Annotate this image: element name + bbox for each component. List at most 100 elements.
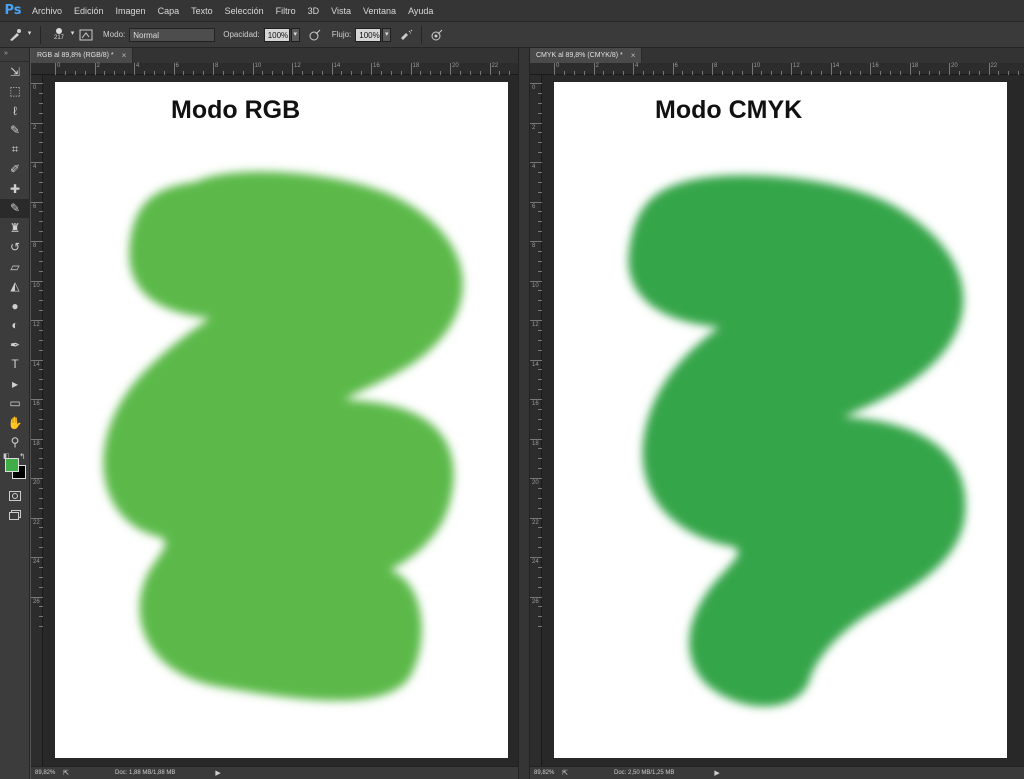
ruler-tick [538, 132, 542, 134]
menu-filtro[interactable]: Filtro [270, 0, 302, 22]
brush-size-dropdown[interactable]: ▾ [68, 28, 77, 42]
horizontal-ruler[interactable]: 0 2 4 6 8 10 12 14 16 18 20 22 [530, 63, 1024, 75]
canvas-area[interactable]: Modo CMYK [543, 76, 1024, 766]
canvas-page[interactable]: Modo RGB [55, 82, 508, 758]
opacity-dropdown[interactable]: ▾ [290, 27, 300, 42]
canvas-page[interactable]: Modo CMYK [554, 82, 1007, 758]
spot-healing-tool-icon[interactable]: ✚ [0, 179, 30, 199]
clone-stamp-tool-icon[interactable]: ♜ [0, 218, 30, 238]
swap-colors-icon[interactable]: ↰ [19, 452, 26, 461]
history-brush-tool-icon[interactable]: ↺ [0, 238, 30, 258]
ruler-tick [860, 71, 862, 75]
quick-mask-icon[interactable] [0, 486, 30, 506]
ruler-label: 16 [373, 63, 380, 69]
tab-cmyk-document[interactable]: CMYK al 89,8% (CMYK/8) * × [530, 48, 643, 63]
vertical-ruler[interactable]: 0 2 4 6 8 10 12 14 16 18 20 22 24 26 [31, 75, 43, 766]
status-menu-arrow-icon[interactable]: ▶ [215, 769, 220, 777]
eraser-tool-icon[interactable]: ▱ [0, 257, 30, 277]
horizontal-ruler[interactable]: 0 2 4 6 8 10 12 14 16 18 20 22 [31, 63, 521, 75]
ruler-tick [39, 497, 43, 499]
share-icon[interactable]: ⇱ [558, 769, 572, 777]
status-menu-arrow-icon[interactable]: ▶ [714, 769, 719, 777]
ruler-tick [988, 63, 990, 75]
brush-tool-icon[interactable]: ✎ [0, 198, 30, 218]
zoom-tool-icon[interactable]: ⚲ [0, 433, 30, 453]
pen-tool-icon[interactable]: ✒ [0, 335, 30, 355]
blur-tool-icon[interactable]: ● [0, 296, 30, 316]
pressure-size-icon[interactable] [428, 26, 446, 44]
ruler-tick [530, 478, 542, 479]
ruler-tick [134, 63, 135, 75]
eyedropper-tool-icon[interactable]: ✐ [0, 160, 30, 180]
ruler-tick [538, 448, 542, 450]
vertical-ruler[interactable]: 0 2 4 6 8 10 12 14 16 18 20 22 24 26 [530, 75, 542, 766]
ruler-tick [39, 211, 43, 213]
ruler-label: 22 [33, 519, 40, 526]
canvas-area[interactable]: Modo RGB [44, 76, 518, 766]
ruler-label: 10 [254, 63, 262, 69]
zoom-level[interactable]: 89,82% [530, 770, 558, 776]
ruler-tick [39, 270, 43, 272]
ruler-tick [31, 399, 43, 400]
toolbox-grip[interactable]: » [0, 48, 29, 62]
marquee-tool-icon[interactable]: ⬚ [0, 82, 30, 102]
menu-archivo[interactable]: Archivo [26, 0, 68, 22]
brush-size-picker[interactable]: 217 [51, 25, 67, 45]
ruler-tick [31, 478, 43, 479]
paint-bucket-tool-icon[interactable]: ◭ [0, 277, 30, 297]
path-select-tool-icon[interactable]: ▸ [0, 374, 30, 394]
rgb-paint-stroke [103, 171, 463, 701]
move-tool-icon[interactable]: ⇲ [0, 62, 30, 82]
flow-input[interactable]: 100% [355, 27, 382, 42]
quick-select-tool-icon[interactable]: ✎ [0, 121, 30, 141]
ruler-label: 14 [33, 361, 40, 368]
close-icon[interactable]: × [631, 51, 636, 60]
ruler-tick [538, 537, 542, 539]
shape-tool-icon[interactable]: ▭ [0, 394, 30, 414]
window-divider[interactable] [518, 48, 530, 779]
ruler-tick [39, 468, 43, 470]
ruler-tick [771, 71, 773, 75]
menu-capa[interactable]: Capa [152, 0, 186, 22]
mode-select[interactable]: Normal [129, 27, 216, 42]
menu-seleccion[interactable]: Selección [219, 0, 270, 22]
menu-imagen[interactable]: Imagen [110, 0, 152, 22]
dodge-tool-icon[interactable]: ◐ [0, 316, 30, 336]
brush-size-value: 217 [53, 35, 64, 41]
menu-edicion[interactable]: Edición [68, 0, 110, 22]
lasso-tool-icon[interactable]: ℓ [0, 101, 30, 121]
ruler-tick [489, 63, 491, 75]
pressure-opacity-icon[interactable] [306, 26, 324, 44]
ruler-tick [39, 606, 43, 608]
tab-rgb-document[interactable]: RGB al 89,8% (RGB/8) * × [31, 48, 134, 63]
ruler-tick [371, 63, 372, 75]
opacity-input[interactable]: 100% [263, 27, 290, 42]
menu-vista[interactable]: Vista [325, 0, 357, 22]
crop-tool-icon[interactable]: ⌗ [0, 140, 30, 160]
menu-texto[interactable]: Texto [185, 0, 219, 22]
ruler-tick [721, 71, 723, 75]
color-swatches: ◧ ↰ [0, 452, 29, 486]
brush-panel-icon[interactable] [77, 26, 95, 44]
ruler-tick [163, 71, 165, 75]
airbrush-icon[interactable] [397, 26, 415, 44]
rgb-brush-stroke [103, 171, 463, 701]
ruler-tick [573, 71, 575, 75]
hand-tool-icon[interactable]: ✋ [0, 413, 30, 433]
zoom-level[interactable]: 89,82% [31, 770, 59, 776]
ruler-tick [692, 71, 694, 75]
brush-preset-dropdown[interactable]: ▾ [25, 28, 34, 42]
menu-ayuda[interactable]: Ayuda [402, 0, 439, 22]
screen-mode-icon[interactable] [0, 506, 30, 526]
ruler-tick [593, 63, 595, 75]
type-tool-icon[interactable]: T [0, 355, 30, 375]
menu-3d[interactable]: 3D [302, 0, 326, 22]
brush-preset-icon[interactable] [6, 26, 24, 44]
share-icon[interactable]: ⇱ [59, 769, 73, 777]
foreground-color-swatch[interactable] [5, 458, 19, 472]
flow-dropdown[interactable]: ▾ [382, 27, 392, 42]
ruler-tick [39, 576, 43, 578]
close-icon[interactable]: × [122, 51, 127, 60]
ruler-tick [538, 270, 542, 272]
menu-ventana[interactable]: Ventana [357, 0, 402, 22]
